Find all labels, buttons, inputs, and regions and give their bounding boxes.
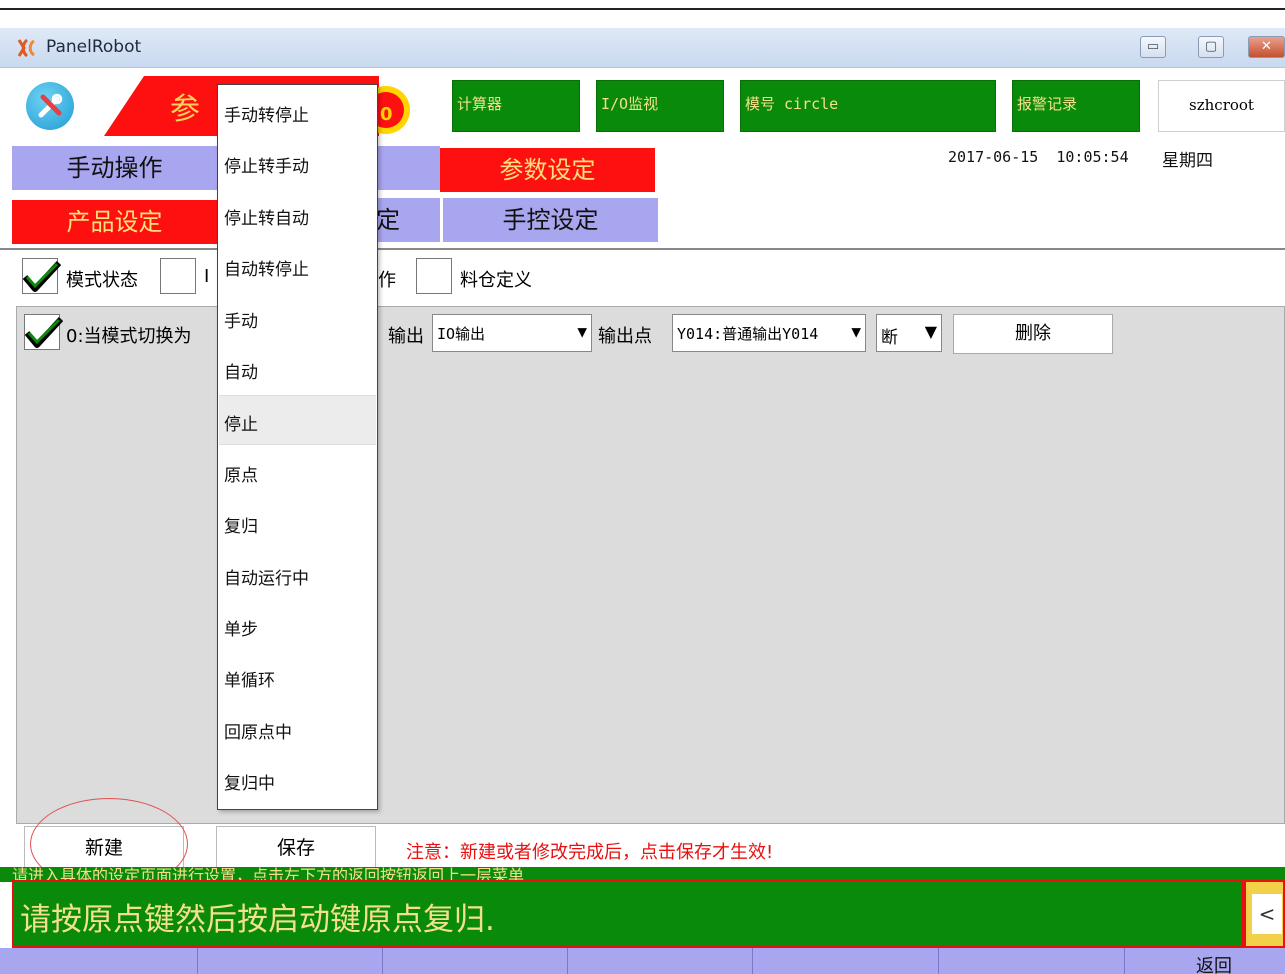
tools-icon[interactable]	[26, 82, 74, 130]
rule-condition-label: 0:当模式切换为	[66, 326, 192, 347]
dropdown-item[interactable]: 停止转自动	[219, 190, 376, 240]
nav-separator	[382, 948, 383, 974]
nav-separator	[567, 948, 568, 974]
weekday: 星期四	[1162, 151, 1213, 171]
dropdown-item[interactable]: 停止	[219, 395, 376, 446]
divider	[0, 248, 1285, 250]
back-button[interactable]: 返回	[1196, 952, 1232, 974]
output-label: 输出	[388, 326, 424, 347]
dropdown-item[interactable]: 复归	[219, 498, 376, 548]
dropdown-item[interactable]: 自动运行中	[219, 550, 376, 600]
window-title: PanelRobot	[46, 37, 142, 57]
maximize-button[interactable]: ▢	[1198, 36, 1224, 58]
app-header: 参 0 计算器 I/O监视 模号 circle 报警记录 szhcroot	[0, 68, 1285, 144]
dropdown-item[interactable]: 原点	[219, 447, 376, 497]
minimize-icon: ▭	[1146, 39, 1160, 54]
mold-button[interactable]: 模号 circle	[740, 80, 996, 132]
scroll-left-button[interactable]: <	[1244, 880, 1285, 948]
silo-def-label: 料仓定义	[460, 270, 532, 291]
dropdown-arrow-icon: ▼	[924, 322, 937, 341]
mode-state-label: 模式状态	[66, 270, 138, 291]
close-button[interactable]: ✕	[1248, 36, 1285, 58]
top-divider	[0, 8, 1285, 10]
app-logo-icon	[17, 38, 35, 58]
close-icon: ✕	[1261, 39, 1272, 54]
output-point-select[interactable]: Y014:普通输出Y014 ▼	[672, 314, 866, 352]
tab-blank[interactable]	[376, 146, 440, 190]
checkmark-icon	[22, 260, 61, 292]
tab-partial[interactable]: 定	[376, 198, 440, 242]
calculator-button[interactable]: 计算器	[452, 80, 580, 132]
dropdown-item[interactable]: 停止转手动	[219, 138, 376, 188]
param-badge: 0	[380, 104, 393, 125]
io-monitor-button[interactable]: I/O监视	[596, 80, 724, 132]
output-type-value: IO输出	[437, 325, 486, 343]
status-message: 请按原点键然后按启动键原点复归.	[20, 902, 495, 938]
maximize-icon: ▢	[1204, 39, 1218, 54]
action-label: 作	[378, 270, 396, 291]
dropdown-item[interactable]: 手动	[219, 293, 376, 343]
dropdown-item[interactable]: 自动转停止	[219, 241, 376, 291]
output-type-select[interactable]: IO输出 ▼	[432, 314, 592, 352]
tab-product-settings[interactable]: 产品设定	[12, 200, 217, 244]
silo-def-checkbox[interactable]	[416, 258, 452, 294]
alarm-log-button[interactable]: 报警记录	[1012, 80, 1140, 132]
dropdown-item[interactable]: 回原点中	[219, 704, 376, 754]
datetime: 2017-06-15 10:05:54	[948, 148, 1129, 166]
nav-separator	[752, 948, 753, 974]
tab-manual-operation[interactable]: 手动操作	[12, 146, 217, 190]
dropdown-item[interactable]: 单步	[219, 601, 376, 651]
dropdown-item[interactable]: 自动	[219, 344, 376, 394]
dropdown-item[interactable]: 复归中	[219, 755, 376, 805]
minimize-button[interactable]: ▭	[1140, 36, 1166, 58]
state-value: 断	[881, 328, 898, 348]
tab-param-settings[interactable]: 参数设定	[440, 148, 655, 192]
state-select[interactable]: 断 ▼	[876, 314, 942, 352]
dropdown-item[interactable]: 手动转停止	[219, 87, 376, 137]
delete-button[interactable]: 删除	[953, 314, 1113, 354]
mode-state-checkbox[interactable]	[22, 258, 61, 294]
io-label: I	[204, 266, 210, 287]
status-bar: 请按原点键然后按启动键原点复归.	[12, 880, 1244, 948]
date: 2017-06-15	[948, 148, 1039, 166]
chevron-left-icon: <	[1252, 894, 1282, 934]
save-button[interactable]: 保存	[216, 826, 376, 868]
rule-row-checkbox[interactable]	[24, 314, 63, 350]
nav-separator	[938, 948, 939, 974]
tab-manual-control-settings[interactable]: 手控设定	[443, 198, 658, 242]
dropdown-arrow-icon: ▼	[577, 322, 587, 341]
param-banner-text: 参	[170, 92, 200, 127]
user-box[interactable]: szhcroot	[1158, 80, 1285, 132]
dropdown-arrow-icon: ▼	[851, 322, 861, 341]
bottom-nav: 返回	[0, 948, 1285, 974]
output-point-value: Y014:普通输出Y014	[677, 325, 819, 343]
window-titlebar[interactable]: PanelRobot ▭ ▢ ✕	[0, 28, 1285, 68]
output-point-label: 输出点	[598, 326, 652, 347]
save-notice: 注意：新建或者修改完成后，点击保存才生效!	[406, 842, 774, 863]
io-checkbox[interactable]	[160, 258, 196, 294]
checkmark-icon	[24, 316, 63, 348]
dropdown-item[interactable]: 单循环	[219, 652, 376, 702]
nav-separator	[1124, 948, 1125, 974]
mode-dropdown-menu[interactable]: 手动转停止 停止转手动 停止转自动 自动转停止 手动 自动 停止 原点 复归 自动运行中 单步 单循环…	[217, 84, 378, 810]
nav-separator	[197, 948, 198, 974]
rule-list-panel	[16, 306, 1285, 824]
time: 10:05:54	[1056, 148, 1129, 166]
